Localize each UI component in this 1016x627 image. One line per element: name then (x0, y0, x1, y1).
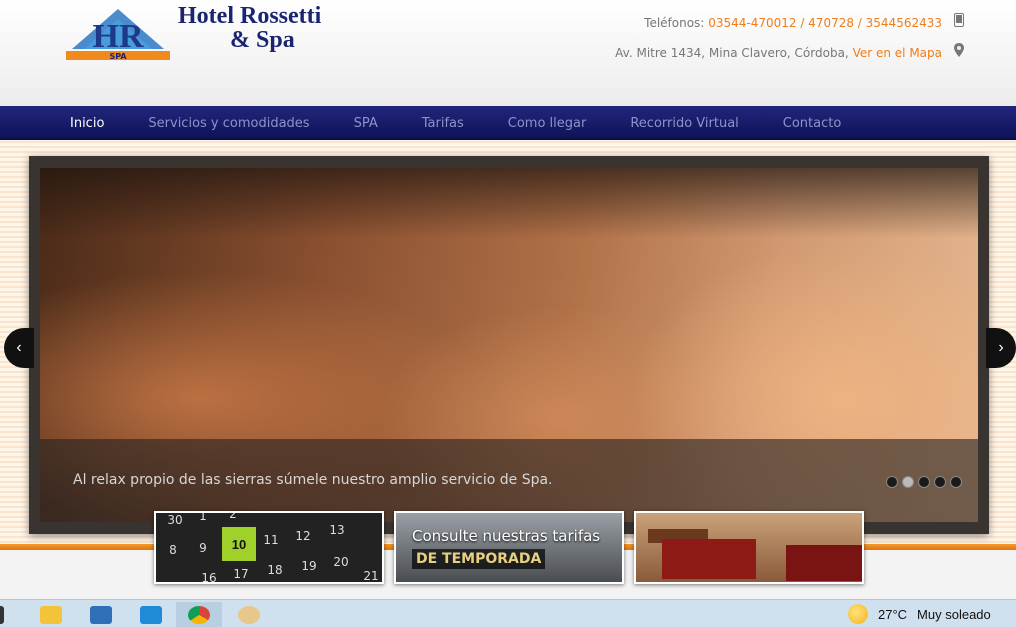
nav-como-llegar[interactable]: Como llegar (486, 116, 609, 131)
remote-desktop-icon[interactable] (78, 602, 124, 627)
nav-inicio[interactable]: Inicio (48, 116, 126, 131)
image-slider: Al relax propio de las sierras súmele nu… (29, 156, 989, 534)
vscode-icon[interactable] (128, 602, 174, 627)
windows-taskbar: 27°C Muy soleado (0, 599, 1016, 627)
hotel-name: Hotel Rossetti & Spa (178, 4, 321, 52)
file-explorer-icon[interactable] (28, 602, 74, 627)
tarifas-subheadline: DE TEMPORADA (412, 549, 546, 569)
calendar-day: 16 (201, 571, 217, 584)
slide-caption: Al relax propio de las sierras súmele nu… (73, 472, 553, 488)
calendar-day: 17 (233, 567, 249, 581)
slide-dot[interactable] (902, 476, 914, 488)
sun-icon (848, 604, 868, 624)
nav-recorrido-virtual[interactable]: Recorrido Virtual (608, 116, 760, 131)
rooms-thumbnail[interactable] (634, 511, 864, 584)
chevron-right-icon: › (998, 339, 1004, 356)
site-header: SPA HR Hotel Rossetti & Spa Teléfonos: 0… (0, 0, 1016, 106)
calendar-grid: 30 1 2 8 9 10 11 12 13 16 17 18 19 20 21 (156, 511, 382, 584)
calendar-today: 10 (222, 527, 256, 561)
calendar-day: 18 (267, 563, 283, 577)
calendar-day: 1 (199, 511, 207, 523)
slide-dot[interactable] (950, 476, 962, 488)
caption-bar: Al relax propio de las sierras súmele nu… (40, 439, 978, 522)
slide-dot[interactable] (886, 476, 898, 488)
calendar-day: 9 (199, 541, 207, 555)
mobile-phone-icon (952, 13, 966, 33)
address-row: Av. Mitre 1434, Mina Clavero, Córdoba, V… (615, 38, 966, 68)
slide-dot[interactable] (934, 476, 946, 488)
calendar-thumbnail[interactable]: 30 1 2 8 9 10 11 12 13 16 17 18 19 20 21 (154, 511, 384, 584)
nav-tarifas[interactable]: Tarifas (400, 116, 486, 131)
hotel-logo[interactable]: SPA HR (66, 5, 170, 61)
slide-image[interactable]: Al relax propio de las sierras súmele nu… (40, 168, 978, 522)
chevron-left-icon: ‹ (16, 339, 22, 356)
brand-line-1: Hotel Rossetti (178, 3, 322, 29)
brand-line-2: & Spa (230, 27, 295, 53)
weather-widget[interactable]: 27°C Muy soleado (848, 604, 991, 624)
slide-shading (40, 168, 978, 238)
map-link[interactable]: Ver en el Mapa (853, 43, 942, 63)
calendar-day: 21 (363, 569, 379, 583)
calendar-day: 20 (333, 555, 349, 569)
slide-pagination (886, 476, 962, 488)
calendar-day: 19 (301, 559, 317, 573)
calendar-day: 2 (229, 511, 237, 521)
phone-numbers[interactable]: 03544-470012 / 470728 / 3544562433 (708, 13, 942, 33)
calendar-day: 30 (167, 513, 183, 527)
calendar-day: 8 (169, 543, 177, 557)
nav-spa[interactable]: SPA (332, 116, 400, 131)
task-view-icon[interactable] (0, 602, 14, 627)
phone-label: Teléfonos: (644, 16, 705, 30)
tarifas-headline: Consulte nuestras tarifas (412, 527, 601, 545)
nav-servicios[interactable]: Servicios y comodidades (126, 116, 331, 131)
weather-condition: Muy soleado (917, 606, 991, 622)
nav-contacto[interactable]: Contacto (761, 116, 864, 131)
room-bed (662, 539, 756, 579)
main-navigation: Inicio Servicios y comodidades SPA Tarif… (0, 106, 1016, 140)
chrome-icon[interactable] (176, 602, 222, 627)
paint-icon[interactable] (226, 602, 272, 627)
contact-info: Teléfonos: 03544-470012 / 470728 / 35445… (615, 8, 966, 68)
address-text: Av. Mitre 1434, Mina Clavero, Córdoba, (615, 46, 849, 60)
calendar-day: 11 (263, 533, 279, 547)
slide-dot[interactable] (918, 476, 930, 488)
tarifas-thumbnail[interactable]: Consulte nuestras tarifas DE TEMPORADA (394, 511, 624, 584)
calendar-day: 13 (329, 523, 345, 537)
svg-text:HR: HR (93, 18, 144, 55)
room-bed (786, 545, 862, 581)
calendar-day: 12 (295, 529, 311, 543)
temperature: 27°C (878, 606, 908, 622)
phone-row: Teléfonos: 03544-470012 / 470728 / 35445… (615, 8, 966, 38)
map-pin-icon (952, 43, 966, 63)
